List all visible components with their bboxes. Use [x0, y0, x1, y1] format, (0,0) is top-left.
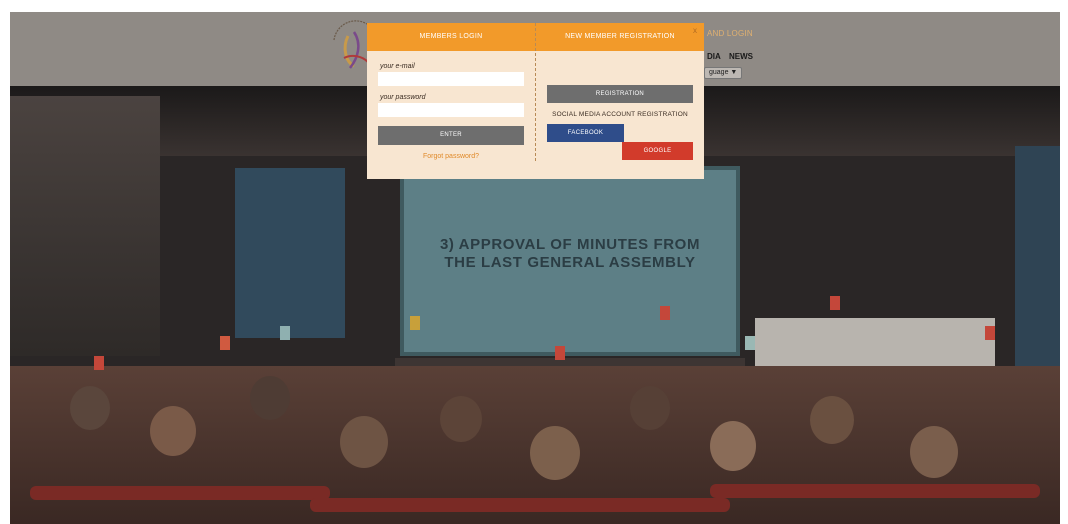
tab-members-login[interactable]: MEMBERS LOGIN	[367, 23, 535, 51]
nav-item-news[interactable]: NEWS	[729, 52, 753, 61]
forgot-password-link[interactable]: Forgot password?	[378, 153, 524, 160]
tab-new-member-registration[interactable]: NEW MEMBER REGISTRATION	[536, 23, 704, 51]
acoustic-panel	[1015, 146, 1060, 366]
facebook-button[interactable]: FACEBOOK	[547, 124, 624, 142]
language-select[interactable]: guage ▼	[704, 67, 743, 79]
login-modal: MEMBERS LOGIN NEW MEMBER REGISTRATION x …	[367, 23, 704, 179]
registration-button[interactable]: REGISTRATION	[547, 85, 693, 103]
social-registration-label: SOCIAL MEDIA ACCOUNT REGISTRATION	[552, 111, 688, 118]
password-field[interactable]	[378, 103, 524, 117]
email-label: your e-mail	[380, 63, 415, 70]
modal-divider	[535, 23, 536, 161]
screen-text: 3) APPROVAL OF MINUTES FROM THE LAST GEN…	[439, 236, 701, 271]
acoustic-panel	[235, 168, 345, 338]
login-link[interactable]: AND LOGIN	[707, 29, 753, 38]
audience	[10, 296, 1060, 524]
nav-item-media[interactable]: DIA	[707, 52, 721, 61]
enter-button[interactable]: ENTER	[378, 126, 524, 145]
projection-screen: 3) APPROVAL OF MINUTES FROM THE LAST GEN…	[400, 166, 740, 356]
google-button[interactable]: GOOGLE	[622, 142, 693, 160]
email-field[interactable]	[378, 72, 524, 86]
close-icon[interactable]: x	[693, 26, 697, 35]
password-label: your password	[380, 94, 426, 101]
main-nav: DIA NEWS	[707, 52, 759, 61]
